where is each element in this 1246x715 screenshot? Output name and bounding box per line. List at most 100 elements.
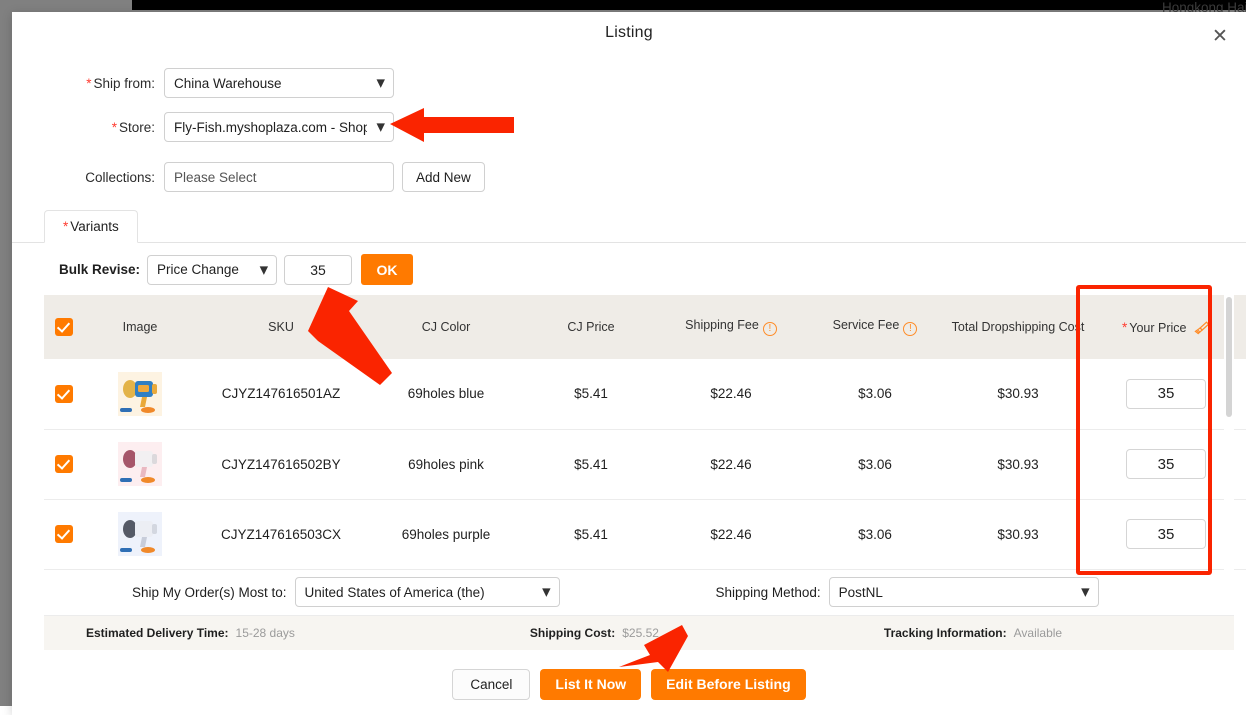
add-new-collection-button[interactable]: Add New <box>402 162 485 192</box>
row-cj-price: $5.41 <box>526 499 656 570</box>
row-shipping-fee: $22.46 <box>656 359 806 430</box>
variants-table-wrap: Image SKU CJ Color CJ Price Shipping Fee… <box>44 295 1246 585</box>
row-service-fee: $3.06 <box>806 429 944 500</box>
table-vertical-scrollbar[interactable] <box>1224 295 1234 585</box>
cancel-button[interactable]: Cancel <box>452 668 531 700</box>
shipping-options-row: Ship My Order(s) Most to: United States … <box>44 570 1234 616</box>
row-spacer <box>1240 499 1246 570</box>
bubble-gun-purple-thumbnail <box>118 512 162 556</box>
row-sku: CJYZ147616502BY <box>196 429 366 500</box>
shipping-cost-label: Shipping Cost: <box>529 625 616 640</box>
bulk-amount-input[interactable] <box>284 254 353 285</box>
row-checkbox[interactable] <box>55 525 73 543</box>
bubble-gun-pink-thumbnail <box>118 442 162 486</box>
row-service-fee: $3.06 <box>806 499 944 570</box>
bubble-gun-blue-thumbnail <box>118 371 162 416</box>
modal-footer: Cancel List It Now Edit Before Listing <box>12 650 1246 700</box>
info-circle-icon[interactable]: ! <box>903 322 918 336</box>
info-circle-icon[interactable]: ! <box>762 322 777 336</box>
ship-to-select[interactable]: United States of America (the) <box>294 577 560 607</box>
col-spacer <box>1240 295 1246 359</box>
col-total-cost: Total Dropshipping Cost <box>944 295 1092 359</box>
store-label-text: Store: <box>118 119 155 135</box>
tracking-info-value: Available <box>1013 625 1063 640</box>
row-shipping-fee: $22.46 <box>656 499 806 570</box>
col-your-price: * Your Price <box>1092 295 1240 359</box>
modal-title: Listing <box>605 24 653 41</box>
row-image-cell <box>84 359 196 430</box>
collections-input[interactable] <box>164 162 394 192</box>
row-sku: CJYZ147616501AZ <box>196 359 366 430</box>
required-asterisk: * <box>86 75 92 91</box>
row-color: 69holes purple <box>366 499 526 570</box>
list-it-now-button[interactable]: List It Now <box>540 668 642 700</box>
ship-from-select-wrap: China Warehouse ▼ <box>164 68 394 98</box>
broom-icon[interactable] <box>1194 320 1210 335</box>
row-spacer <box>1240 359 1246 430</box>
col-cj-color: CJ Color <box>366 295 526 359</box>
bulk-mode-select-wrap: Price Change ▼ <box>147 254 278 285</box>
store-select-wrap: Fly-Fish.myshoplaza.com - Shoplazza ▼ <box>164 112 394 142</box>
store-row: * Store: Fly-Fish.myshoplaza.com - Shopla… <box>12 112 1246 142</box>
variants-table: Image SKU CJ Color CJ Price Shipping Fee… <box>44 295 1246 570</box>
row-sku: CJYZ147616503CX <box>196 499 366 570</box>
ship-from-row: * Ship from: China Warehouse ▼ <box>12 68 1246 98</box>
ship-to-label: Ship My Order(s) Most to: <box>132 584 287 600</box>
col-your-price-label: Your Price <box>1129 320 1187 335</box>
collections-row: Collections: Add New <box>12 162 1246 192</box>
col-cj-price: CJ Price <box>526 295 656 359</box>
row-checkbox[interactable] <box>55 384 73 403</box>
close-icon[interactable]: ✕ <box>1208 24 1232 48</box>
col-image: Image <box>84 295 196 359</box>
shipping-method-select-wrap: PostNL ▼ <box>828 577 1099 607</box>
select-all-header <box>44 295 84 359</box>
delivery-time-label: Estimated Delivery Time: <box>86 625 229 640</box>
row-shipping-fee: $22.46 <box>656 429 806 500</box>
tab-variants[interactable]: * Variants <box>44 210 138 243</box>
listing-modal: Listing ✕ * Ship from: China Warehouse ▼ … <box>12 12 1246 715</box>
row-checkbox-cell <box>44 499 84 570</box>
row-cj-price: $5.41 <box>526 359 656 430</box>
row-cj-price: $5.41 <box>526 429 656 500</box>
bulk-revise-ok-button[interactable]: OK <box>361 254 414 285</box>
listing-form: * Ship from: China Warehouse ▼ * Store: Fl… <box>12 68 1246 192</box>
variants-table-header-row: Image SKU CJ Color CJ Price Shipping Fee… <box>44 295 1246 359</box>
table-row: CJYZ147616503CX 69holes purple $5.41 $22… <box>44 499 1246 570</box>
your-price-input[interactable] <box>1126 378 1206 409</box>
row-your-price-cell <box>1092 359 1240 430</box>
col-service-fee-label: Service Fee <box>832 318 900 332</box>
select-all-checkbox[interactable] <box>55 318 73 336</box>
edit-before-listing-button[interactable]: Edit Before Listing <box>651 668 806 700</box>
row-color: 69holes blue <box>366 359 526 430</box>
row-total-cost: $30.93 <box>944 499 1092 570</box>
required-asterisk: * <box>111 119 117 135</box>
bulk-mode-select[interactable]: Price Change <box>147 254 278 285</box>
ship-from-select[interactable]: China Warehouse <box>164 68 394 98</box>
ship-from-label: * Ship from: <box>12 76 164 91</box>
ship-from-label-text: Ship from: <box>93 75 155 91</box>
shipping-summary-bar: Estimated Delivery Time: 15-28 days Ship… <box>44 615 1234 650</box>
scrollbar-thumb[interactable] <box>1226 297 1232 417</box>
bulk-revise-row: Bulk Revise: Price Change ▼ OK <box>12 243 1246 295</box>
variants-tabbar: * Variants <box>12 210 1246 243</box>
row-checkbox-cell <box>44 429 84 500</box>
your-price-input[interactable] <box>1126 449 1206 479</box>
shipping-method-label: Shipping Method: <box>715 584 821 600</box>
row-total-cost: $30.93 <box>944 429 1092 500</box>
row-spacer <box>1240 429 1246 500</box>
shipping-method-select[interactable]: PostNL <box>828 577 1099 607</box>
variants-table-head: Image SKU CJ Color CJ Price Shipping Fee… <box>44 295 1246 359</box>
modal-header: Listing ✕ <box>12 12 1246 68</box>
row-checkbox[interactable] <box>55 455 73 473</box>
row-image-cell <box>84 499 196 570</box>
col-sku: SKU <box>196 295 366 359</box>
row-your-price-cell <box>1092 429 1240 500</box>
store-select[interactable]: Fly-Fish.myshoplaza.com - Shoplazza <box>164 112 394 142</box>
shipping-cost-value: $25.52 <box>622 625 659 640</box>
ship-to-select-wrap: United States of America (the) ▼ <box>294 577 560 607</box>
tracking-info-label: Tracking Information: <box>883 625 1007 640</box>
store-label: * Store: <box>12 120 164 135</box>
tab-variants-label: Variants <box>70 219 119 234</box>
your-price-input[interactable] <box>1126 519 1206 549</box>
row-checkbox-cell <box>44 359 84 430</box>
